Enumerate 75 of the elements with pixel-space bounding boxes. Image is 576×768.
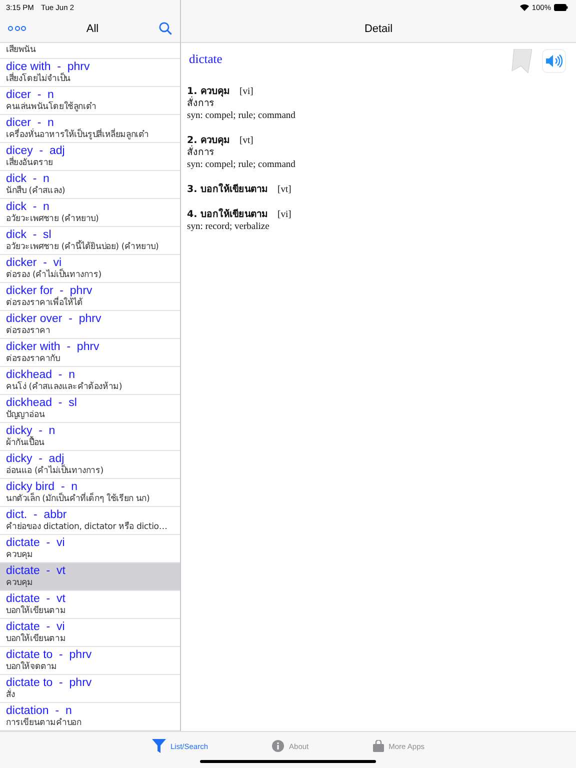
entry-meaning: คำย่อของ dictation, dictator หรือ dictio…	[6, 520, 168, 533]
sense-text: สั่งการ	[187, 147, 570, 159]
entry-headword: dicey - adj	[6, 144, 66, 157]
entry-meaning: สั่ง	[6, 688, 16, 701]
entry-meaning: ต่อรองราคา	[6, 324, 52, 337]
part-of-speech: [vi]	[240, 87, 254, 97]
entry-meaning: ปัญญาอ่อน	[6, 408, 46, 421]
entry-meaning: ต่อรองราคาเพื่อให้ได้	[6, 296, 83, 309]
sense-title: 2. ควบคุม	[187, 134, 230, 146]
entry-meaning: เสียพนัน	[6, 44, 37, 56]
entry-headword: dicky bird - n	[6, 480, 78, 493]
info-icon	[272, 740, 284, 752]
list-row[interactable]: dictate - vt ควบคุม	[0, 562, 180, 591]
entry-headword: dictate - vt	[6, 564, 66, 577]
entry-headword: dicky - adj	[6, 452, 64, 465]
sense-title: 3. บอกให้เขียนตาม	[187, 182, 268, 196]
sense-title: 4. บอกให้เขียนตาม	[187, 207, 268, 221]
filter-icon	[152, 739, 166, 753]
entry-meaning: ต่อรองราคากับ	[6, 352, 61, 365]
sense-title: 1. ควบคุม	[187, 85, 230, 97]
entry-headword: dicky - n	[6, 424, 56, 437]
part-of-speech: [vt]	[240, 136, 254, 146]
bag-icon	[372, 740, 384, 752]
nav-title: Detail	[364, 22, 393, 34]
entry-meaning: เสี่ยงอันตราย	[6, 156, 54, 169]
entry-headword: dick - n	[6, 200, 50, 213]
entry-meaning: อวัยวะเพศชาย (คำหยาบ)	[6, 212, 100, 225]
entry-headword: dick - sl	[6, 228, 52, 241]
entry-headword: dictate to - phrv	[6, 676, 93, 689]
entry-headword: dicker with - phrv	[6, 340, 100, 353]
entry-headword: dicer - n	[6, 116, 54, 129]
entry-headword: dictate - vi	[6, 620, 66, 633]
more-icon[interactable]	[8, 26, 26, 31]
sense-text: syn: compel; rule; command	[187, 159, 296, 171]
nav-title: All	[86, 22, 99, 34]
speaker-button[interactable]	[542, 49, 566, 73]
entry-headword: dicker - vi	[6, 256, 62, 269]
entry-meaning: คนโง่ (คำสแลงและคำต้องห้าม)	[6, 380, 124, 393]
entry-meaning: บอกให้จดตาม	[6, 660, 58, 673]
entry-headword: dicer - n	[6, 88, 55, 101]
entry-meaning: การเขียนตามคำบอก	[6, 716, 82, 729]
headword: dictate	[189, 52, 222, 67]
entry-meaning: อ่อนแอ (คำไม่เป็นทางการ)	[6, 464, 104, 477]
entry-headword: dict. - abbr	[6, 508, 68, 521]
entry-meaning: ต่อรอง (คำไม่เป็นทางการ)	[6, 268, 102, 281]
sense-text: syn: compel; rule; command	[187, 110, 296, 122]
entry-meaning: นกตัวเล็ก (มักเป็นคำที่เด็กๆ ใช้เรียก นก)	[6, 492, 151, 505]
battery-icon	[554, 4, 568, 11]
wifi-icon	[520, 4, 529, 11]
entry-meaning: ควบคุม	[6, 548, 34, 561]
entry-headword: dicker for - phrv	[6, 284, 94, 297]
entry-headword: dicker over - phrv	[6, 312, 102, 325]
entry-headword: dictation - n	[6, 704, 73, 717]
part-of-speech: [vi]	[278, 210, 292, 220]
entry-headword: dickhead - n	[6, 368, 76, 381]
entry-headword: dick - n	[6, 172, 50, 185]
entry-meaning: เสี่ยงโดยไม่จำเป็น	[6, 72, 70, 85]
sense-text: สั่งการ	[187, 98, 570, 110]
entry-meaning: ผ้ากันเปื้อน	[6, 436, 46, 449]
entry-headword: dictate - vi	[6, 536, 66, 549]
sense-text: syn: record; verbalize	[187, 221, 270, 233]
entry-meaning: อวัยวะเพศชาย (คำนี้ได้ยินบ่อย) (คำหยาบ)	[6, 240, 160, 253]
entry-headword: dictate to - phrv	[6, 648, 93, 661]
entry-meaning: นักสืบ (คำสแลง)	[6, 184, 66, 197]
entry-headword: dickhead - sl	[6, 396, 78, 409]
entry-meaning: ควบคุม	[6, 576, 34, 589]
entry-headword: dice with - phrv	[6, 60, 91, 73]
entry-meaning: คนเล่นพนันโดยใช้ลูกเต๋า	[6, 100, 98, 113]
entry-meaning: บอกให้เขียนตาม	[6, 604, 67, 617]
search-icon[interactable]	[158, 22, 172, 35]
part-of-speech: [vt]	[278, 185, 292, 195]
list-row[interactable]: เสียพนัน	[0, 43, 180, 59]
entry-headword: dictate - vt	[6, 592, 66, 605]
entry-meaning: เครื่องหั่นอาหารให้เป็นรูปสี่เหลี่ยมลูกเต๋า	[6, 128, 150, 141]
entry-meaning: บอกให้เขียนตาม	[6, 632, 67, 645]
